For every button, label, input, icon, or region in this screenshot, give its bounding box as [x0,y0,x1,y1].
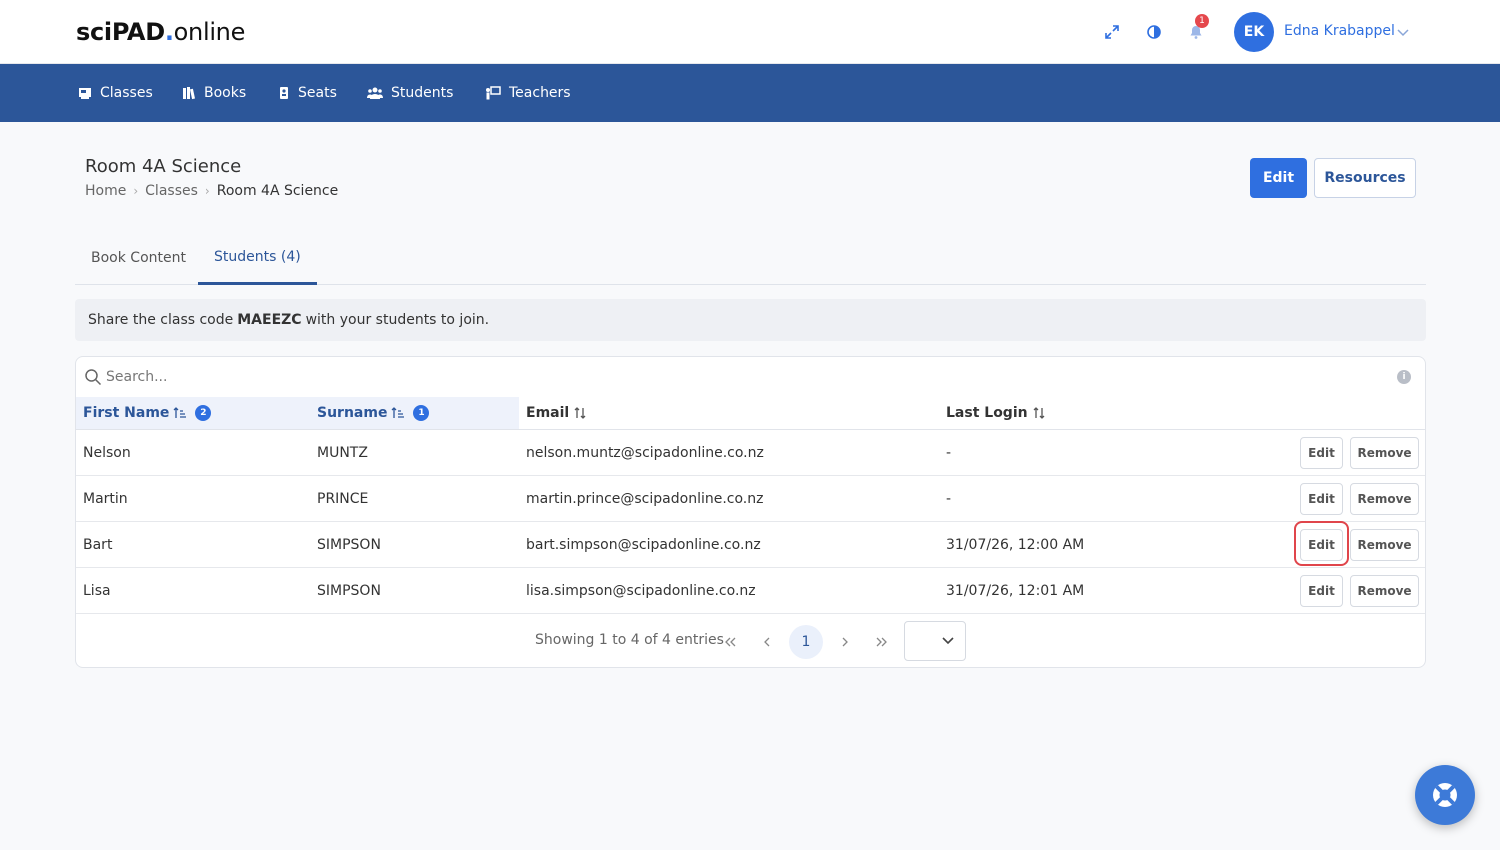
class-code-notice: Share the class code MAEEZC with your st… [75,299,1426,341]
sort-icon [1033,407,1045,419]
tab-book-content[interactable]: Book Content [75,232,202,284]
breadcrumb-separator-icon: › [204,184,210,198]
sort-order-badge: 1 [413,405,430,421]
table-header: First Name 2 Surname 1 Email Last Login [76,397,1425,430]
edit-student-button[interactable]: Edit [1300,483,1343,515]
resources-button[interactable]: Resources [1314,158,1416,198]
nav-item-books[interactable]: Books [182,84,246,102]
avatar[interactable]: EK [1234,12,1274,52]
edit-class-button[interactable]: Edit [1250,158,1307,198]
remove-student-button[interactable]: Remove [1350,483,1419,515]
edit-student-button[interactable]: Edit [1300,437,1343,469]
app-logo[interactable]: sciPAD.online [76,18,245,46]
breadcrumb-separator-icon: › [133,184,139,198]
table-row: Lisa SIMPSON lisa.simpson@scipadonline.c… [76,568,1425,614]
sort-ascending-icon [173,407,187,418]
table-row: Martin PRINCE martin.prince@scipadonline… [76,476,1425,522]
teacher-icon [486,86,501,100]
user-name[interactable]: Edna Krabappel [1284,23,1395,39]
page-button[interactable]: 1 [789,625,823,659]
contrast-icon[interactable] [1144,22,1164,42]
column-first-name[interactable]: First Name 2 [76,397,310,429]
table-row: Bart SIMPSON bart.simpson@scipadonline.c… [76,522,1425,568]
top-bar: sciPAD.online 1 EK Edna Krabappel [0,0,1500,64]
students-table: i First Name 2 Surname 1 Email Last Logi… [75,356,1426,668]
page-title: Room 4A Science [85,156,242,177]
first-page-icon[interactable] [713,625,747,659]
chevron-down-icon [942,637,954,645]
chevron-down-icon[interactable] [1396,24,1410,43]
next-page-icon[interactable] [828,625,862,659]
classroom-icon [79,88,91,99]
students-icon [367,87,383,99]
column-email[interactable]: Email [519,397,939,429]
breadcrumb: Home › Classes › Room 4A Science [85,183,338,199]
info-icon[interactable]: i [1397,370,1411,384]
last-page-icon[interactable] [865,625,899,659]
sort-icon [574,407,586,419]
search-bar: i [76,357,1425,397]
column-surname[interactable]: Surname 1 [310,397,519,429]
search-icon [84,368,102,390]
nav-item-classes[interactable]: Classes [78,84,153,102]
lifebuoy-icon [1433,783,1457,807]
edit-student-button[interactable]: Edit [1300,575,1343,607]
pagination-info: Showing 1 to 4 of 4 entries [535,632,724,648]
rows-per-page-select[interactable] [904,621,966,661]
main-nav: Classes Books Seats Students Teachers [0,64,1500,122]
prev-page-icon[interactable] [750,625,784,659]
nav-item-teachers[interactable]: Teachers [485,84,571,102]
seat-icon [280,87,288,99]
books-icon [183,87,195,100]
pagination: Showing 1 to 4 of 4 entries 1 [76,614,1425,667]
breadcrumb-current: Room 4A Science [216,183,339,199]
edit-student-button[interactable]: Edit [1300,529,1343,561]
class-code: MAEEZC [237,312,302,328]
remove-student-button[interactable]: Remove [1350,437,1419,469]
search-input[interactable] [106,365,1386,389]
notification-badge: 1 [1195,14,1209,28]
tab-bar: Book Content Students (4) [75,232,1426,285]
nav-item-seats[interactable]: Seats [278,84,337,102]
nav-item-students[interactable]: Students [367,84,453,102]
sort-ascending-icon [391,407,405,418]
column-last-login[interactable]: Last Login [939,397,1239,429]
tab-students[interactable]: Students (4) [198,232,317,285]
remove-student-button[interactable]: Remove [1350,529,1419,561]
sort-order-badge: 2 [195,405,212,421]
remove-student-button[interactable]: Remove [1350,575,1419,607]
fullscreen-icon[interactable] [1102,22,1122,42]
table-row: Nelson MUNTZ nelson.muntz@scipadonline.c… [76,430,1425,476]
breadcrumb-home[interactable]: Home [85,183,126,199]
help-button[interactable] [1415,765,1475,825]
breadcrumb-classes[interactable]: Classes [145,183,198,199]
